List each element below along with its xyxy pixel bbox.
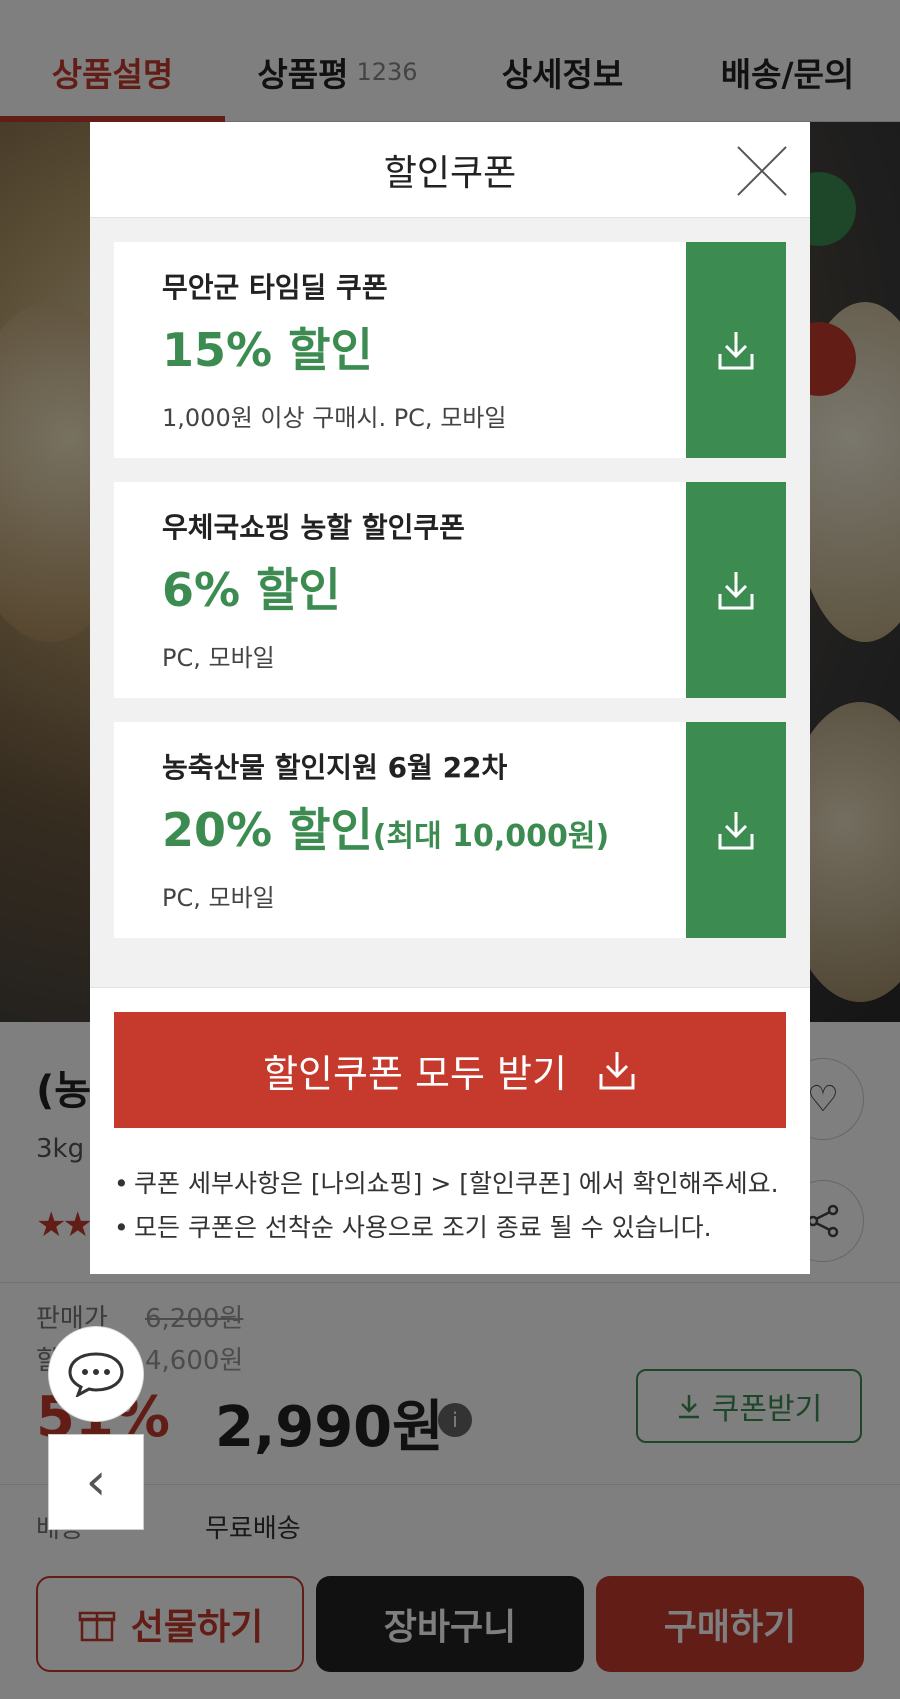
chevron-left-icon: ‹ xyxy=(85,1452,107,1512)
coupon-card: 무안군 타임딜 쿠폰 15% 할인 1,000원 이상 구매시. PC, 모바일 xyxy=(114,242,786,458)
coupon-notes: 쿠폰 세부사항은 [나의쇼핑] > [할인쿠폰] 에서 확인해주세요. 모든 쿠… xyxy=(114,1162,786,1250)
close-icon[interactable] xyxy=(734,144,788,198)
note-item: 모든 쿠폰은 선착순 사용으로 조기 종료 될 수 있습니다. xyxy=(114,1206,786,1250)
coupon-condition: 1,000원 이상 구매시. PC, 모바일 xyxy=(162,404,507,432)
download-icon xyxy=(599,1052,635,1090)
coupon-list: 무안군 타임딜 쿠폰 15% 할인 1,000원 이상 구매시. PC, 모바일… xyxy=(90,218,810,988)
note-item: 쿠폰 세부사항은 [나의쇼핑] > [할인쿠폰] 에서 확인해주세요. xyxy=(114,1162,786,1206)
chat-icon xyxy=(68,1352,124,1397)
coupon-name: 우체국쇼핑 농할 할인쿠폰 xyxy=(162,511,465,544)
coupon-download-button[interactable] xyxy=(686,722,786,938)
modal-title: 할인쿠폰 xyxy=(383,152,517,194)
download-icon xyxy=(718,332,754,370)
coupon-download-button[interactable] xyxy=(686,482,786,698)
coupon-card: 농축산물 할인지원 6월 22차 20% 할인(최대 10,000원) PC, … xyxy=(114,722,786,938)
back-button[interactable]: ‹ xyxy=(48,1434,144,1530)
coupon-condition: PC, 모바일 xyxy=(162,884,275,912)
coupon-name: 농축산물 할인지원 6월 22차 xyxy=(162,751,508,784)
modal-header: 할인쿠폰 xyxy=(90,122,810,218)
coupon-rate: 6% 할인 xyxy=(162,563,341,617)
download-icon xyxy=(718,812,754,850)
download-icon xyxy=(718,572,754,610)
coupon-card: 우체국쇼핑 농할 할인쿠폰 6% 할인 PC, 모바일 xyxy=(114,482,786,698)
download-all-coupons-button[interactable]: 할인쿠폰 모두 받기 xyxy=(114,1012,786,1128)
coupon-download-button[interactable] xyxy=(686,242,786,458)
coupon-rate: 20% 할인(최대 10,000원) xyxy=(162,803,610,857)
chat-button[interactable] xyxy=(48,1326,144,1422)
coupon-modal: 할인쿠폰 무안군 타임딜 쿠폰 15% 할인 1,000원 이상 구매시. PC… xyxy=(90,122,810,1274)
coupon-rate: 15% 할인 xyxy=(162,323,373,377)
coupon-name: 무안군 타임딜 쿠폰 xyxy=(162,271,388,304)
coupon-condition: PC, 모바일 xyxy=(162,644,275,672)
